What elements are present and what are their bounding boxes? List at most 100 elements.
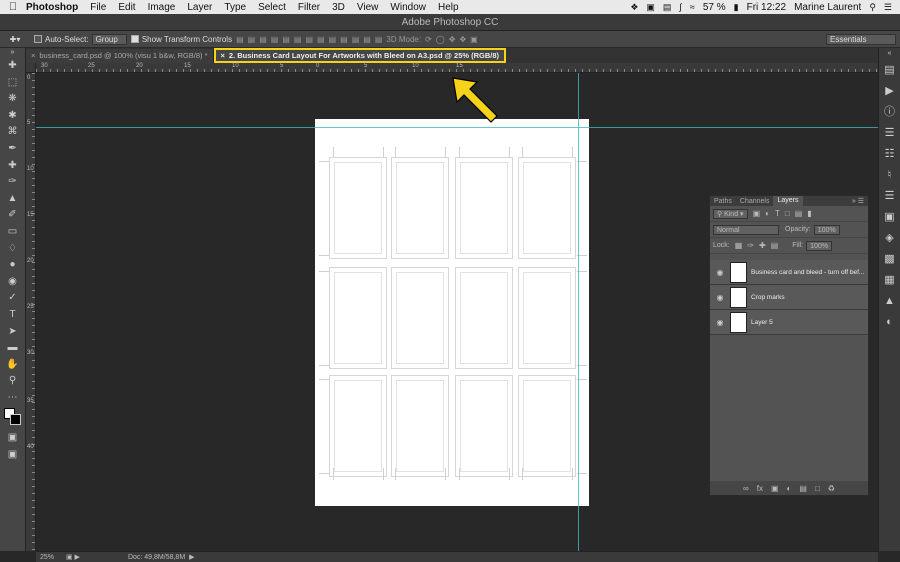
menu-file[interactable]: File bbox=[90, 2, 106, 13]
pen-tool-icon[interactable]: ✓ bbox=[0, 290, 25, 307]
app-menu[interactable]: Photoshop bbox=[26, 2, 78, 13]
close-icon[interactable]: × bbox=[31, 51, 35, 60]
quick-mask-icon[interactable]: ▣ bbox=[0, 430, 25, 447]
delete-layer-icon[interactable]: ♻ bbox=[828, 484, 835, 493]
layers-icon[interactable]: ◈ bbox=[879, 228, 900, 249]
distribute-hcenter-icon[interactable]: ▤ bbox=[352, 35, 360, 44]
workspace-switcher[interactable]: Essentials bbox=[826, 33, 896, 45]
clone-source-icon[interactable]: ☷ bbox=[879, 144, 900, 165]
fill-field[interactable]: 100% bbox=[806, 240, 833, 251]
new-layer-icon[interactable]: □ bbox=[815, 484, 820, 493]
panel-menu-icon[interactable]: » ☰ bbox=[852, 197, 868, 205]
adjustments-icon[interactable]: ◐ bbox=[879, 312, 900, 333]
eye-icon[interactable]: ◉ bbox=[710, 318, 730, 327]
align-vcenter-icon[interactable]: ▤ bbox=[248, 35, 256, 44]
layer-row[interactable]: ◉ Layer 5 bbox=[710, 310, 868, 335]
drag-3d-icon[interactable]: ✥ bbox=[449, 35, 456, 44]
move-tool-icon[interactable]: ✚ bbox=[0, 58, 25, 75]
battery-icon[interactable]: ▮ bbox=[734, 2, 739, 13]
ruler-left[interactable] bbox=[26, 73, 36, 551]
auto-select-checkbox[interactable] bbox=[34, 35, 42, 43]
styles-icon[interactable]: ▲ bbox=[879, 291, 900, 312]
dropbox-icon[interactable]: ❖ bbox=[630, 2, 638, 13]
color-swatches[interactable] bbox=[0, 406, 25, 430]
tab-paths[interactable]: Paths bbox=[710, 198, 736, 205]
eyedropper-tool-icon[interactable]: ✒ bbox=[0, 141, 25, 158]
lock-position-icon[interactable]: ✚ bbox=[759, 241, 766, 250]
bluetooth-icon[interactable]: ∫ bbox=[679, 2, 681, 12]
vertical-guide[interactable] bbox=[578, 73, 579, 551]
scale-3d-icon[interactable]: ▣ bbox=[470, 35, 478, 44]
doc-size[interactable]: Doc: 49,8M/58,8M bbox=[128, 554, 185, 561]
a3-page[interactable] bbox=[315, 119, 589, 506]
edit-toolbar-icon[interactable]: ⋯ bbox=[0, 390, 25, 407]
menu-filter[interactable]: Filter bbox=[298, 2, 320, 13]
distribute-left-icon[interactable]: ▤ bbox=[340, 35, 348, 44]
ruler-corner[interactable] bbox=[26, 63, 36, 73]
link-layers-icon[interactable]: ∞ bbox=[743, 484, 749, 493]
layer-style-icon[interactable]: fx bbox=[757, 484, 763, 493]
brush-tool-icon[interactable]: ✑ bbox=[0, 174, 25, 191]
histogram-icon[interactable]: ▤ bbox=[879, 60, 900, 81]
tab-layers[interactable]: Layers bbox=[773, 196, 803, 206]
play-icon[interactable]: ▶ bbox=[879, 81, 900, 102]
menu-help[interactable]: Help bbox=[438, 2, 459, 13]
distribute-bottom-icon[interactable]: ▤ bbox=[329, 35, 337, 44]
status-icon[interactable]: ▣ ▶ bbox=[66, 553, 80, 561]
paint-bucket-tool-icon[interactable]: ♢ bbox=[0, 241, 25, 258]
dodge-tool-icon[interactable]: ◉ bbox=[0, 274, 25, 291]
hand-tool-icon[interactable]: ✋ bbox=[0, 357, 25, 374]
blur-tool-icon[interactable]: ● bbox=[0, 257, 25, 274]
menu-image[interactable]: Image bbox=[148, 2, 176, 13]
align-hcenter-icon[interactable]: ▤ bbox=[282, 35, 290, 44]
lock-image-icon[interactable]: ✑ bbox=[747, 241, 754, 250]
blend-mode-dropdown[interactable]: Normal bbox=[713, 224, 779, 235]
menu-window[interactable]: Window bbox=[390, 2, 426, 13]
crop-tool-icon[interactable]: ⌘ bbox=[0, 124, 25, 141]
auto-align-icon[interactable]: ▤ bbox=[375, 35, 383, 44]
clipboard-icon[interactable]: ▤ bbox=[663, 2, 672, 13]
align-bottom-icon[interactable]: ▤ bbox=[259, 35, 267, 44]
list-icon[interactable]: ☰ bbox=[884, 2, 892, 13]
move-tool-icon[interactable]: ✚▾ bbox=[0, 35, 30, 44]
dock-collapse-icon[interactable]: « bbox=[879, 48, 900, 60]
magic-wand-tool-icon[interactable]: ✱ bbox=[0, 108, 25, 125]
rectangle-tool-icon[interactable]: ▬ bbox=[0, 340, 25, 357]
apple-icon[interactable]:  bbox=[0, 1, 26, 13]
tab-channels[interactable]: Channels bbox=[736, 198, 774, 205]
status-menu-icon[interactable]: ▶ bbox=[189, 553, 194, 561]
tab-business-card[interactable]: × business_card.psd @ 100% (visu 1 b&w, R… bbox=[26, 49, 214, 63]
type-tool-icon[interactable]: T bbox=[0, 307, 25, 324]
zoom-tool-icon[interactable]: ⚲ bbox=[0, 373, 25, 390]
roll-3d-icon[interactable]: ◯ bbox=[436, 35, 445, 44]
layer-row[interactable]: ◉ Crop marks bbox=[710, 285, 868, 310]
menu-view[interactable]: View bbox=[357, 2, 379, 13]
auto-select-dropdown[interactable]: Group bbox=[91, 33, 127, 45]
clone-stamp-tool-icon[interactable]: ▲ bbox=[0, 191, 25, 208]
align-top-icon[interactable]: ▤ bbox=[236, 35, 244, 44]
rotate-3d-icon[interactable]: ⟳ bbox=[425, 35, 432, 44]
healing-brush-tool-icon[interactable]: ✚ bbox=[0, 158, 25, 175]
eye-icon[interactable]: ◉ bbox=[710, 293, 730, 302]
menu-type[interactable]: Type bbox=[224, 2, 246, 13]
filter-toggle-icon[interactable]: ▮ bbox=[807, 209, 811, 218]
paragraph-icon[interactable]: ☰ bbox=[879, 186, 900, 207]
filter-smart-object-icon[interactable]: ▤ bbox=[795, 209, 803, 218]
zoom-level[interactable]: 25% bbox=[36, 554, 66, 561]
slide-3d-icon[interactable]: ✥ bbox=[459, 35, 466, 44]
clock[interactable]: Fri 12:22 bbox=[747, 2, 786, 13]
panel-collapse-icon[interactable]: » bbox=[0, 48, 25, 58]
character-icon[interactable]: ♮ bbox=[879, 165, 900, 186]
lasso-tool-icon[interactable]: ❋ bbox=[0, 91, 25, 108]
new-group-icon[interactable]: ▤ bbox=[799, 484, 807, 493]
lock-transparent-icon[interactable]: ▦ bbox=[735, 241, 743, 250]
color-icon[interactable]: ▩ bbox=[879, 249, 900, 270]
filter-shape-icon[interactable]: □ bbox=[785, 209, 790, 218]
distribute-top-icon[interactable]: ▤ bbox=[305, 35, 313, 44]
add-mask-icon[interactable]: ▣ bbox=[771, 484, 779, 493]
search-icon[interactable]: ⚲ bbox=[869, 2, 876, 13]
path-selection-tool-icon[interactable]: ➤ bbox=[0, 324, 25, 341]
show-transform-checkbox[interactable] bbox=[130, 35, 139, 43]
user-name[interactable]: Marine Laurent bbox=[794, 2, 861, 13]
screen-mode-icon[interactable]: ▣ bbox=[0, 447, 25, 464]
